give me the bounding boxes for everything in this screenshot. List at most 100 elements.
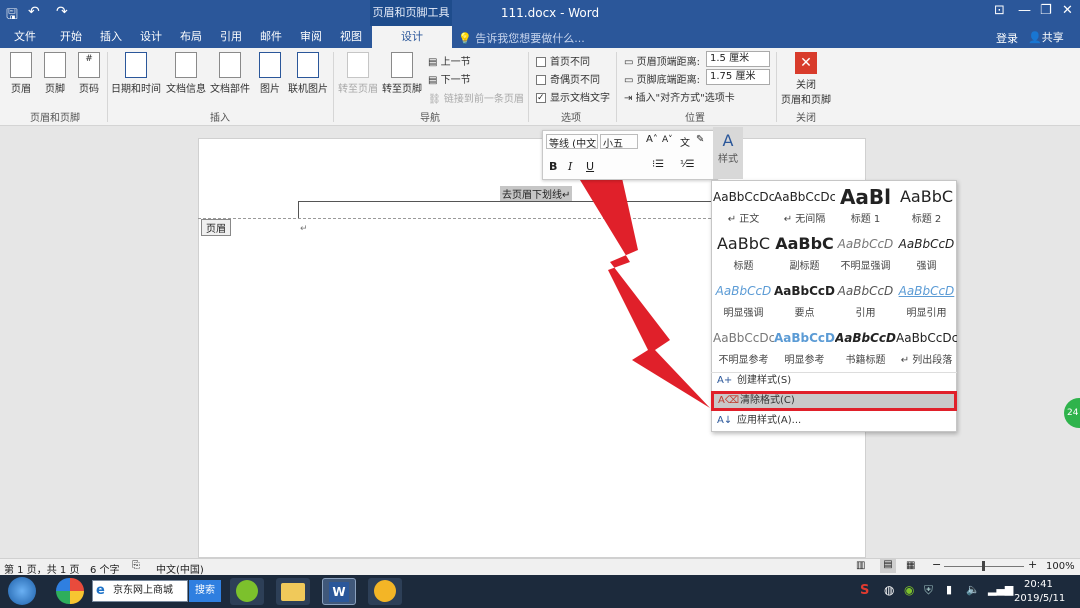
tray-360-icon[interactable]: ◉ [904,583,914,597]
apply-style-item[interactable]: A↓ 应用样式(A)... [711,411,957,431]
undo-icon[interactable]: ↶ [28,4,40,20]
taskbar-search-input[interactable]: e 京东网上商城 [92,580,188,602]
styles-button[interactable]: A 样式 [713,127,743,179]
create-style-item[interactable]: A+ 创建样式(S) [711,371,957,391]
app-360-icon[interactable] [56,578,84,604]
font-size-select[interactable]: 小五 [600,134,638,150]
docparts-button[interactable]: 文档部件 [208,52,252,95]
style-subtitle[interactable]: AaBbC 副标题 [774,231,835,278]
tray-network-icon[interactable]: ▂▄▆ [988,583,1013,596]
page-number-button[interactable]: # 页码 [74,52,104,95]
web-layout-icon[interactable]: ▦ [906,560,915,571]
footer-bottom-input[interactable]: 1.75 厘米 [706,69,770,85]
online-picture-button[interactable]: 联机图片 [286,52,330,95]
style-intense-quote[interactable]: AaBbCcD 明显引用 [896,278,957,325]
datetime-button[interactable]: 日期和时间 [110,52,162,95]
tab-design[interactable]: 设计 [132,26,170,48]
footer-button[interactable]: 页脚 [40,52,70,95]
style-subtle-reference[interactable]: AaBbCcDc 不明显参考 [713,325,774,372]
app-green-icon[interactable] [230,578,264,605]
phonetic-icon[interactable]: 文 [680,134,690,149]
style-list-paragraph[interactable]: AaBbCcDc ↵ 列出段落 [896,325,957,372]
style-intense-reference[interactable]: AaBbCcD 明显参考 [774,325,835,372]
shrink-font-icon[interactable]: A˅ [662,135,673,145]
language-indicator[interactable]: 中文(中国) [156,561,204,576]
word-count[interactable]: 6 个字 [90,561,120,576]
insert-align-tab-button[interactable]: ⇥ 插入"对齐方式"选项卡 [624,89,735,104]
style-heading-1[interactable]: AaBl 标题 1 [835,184,896,231]
word-taskbar-icon[interactable]: W [322,578,356,605]
link-prev-button[interactable]: ⛓ 链接到前一条页眉 [428,90,524,105]
proofing-icon[interactable]: ⎘ [132,560,140,571]
docinfo-button[interactable]: 文档信息 [164,52,208,95]
odd-even-checkbox[interactable]: 奇偶页不同 [536,71,600,86]
close-window-button[interactable]: ✕ [1062,3,1073,18]
first-page-checkbox[interactable]: 首页不同 [536,53,590,68]
tab-mailings[interactable]: 邮件 [252,26,290,48]
restore-button[interactable]: ❐ [1040,3,1052,18]
close-header-footer-button[interactable]: ✕ 关闭 页眉和页脚 [778,52,834,106]
print-layout-icon[interactable]: ▤ [880,559,896,573]
goto-footer-button[interactable]: 转至页脚 [380,52,424,95]
tab-references[interactable]: 引用 [212,26,250,48]
taskbar-search-button[interactable]: 搜索 [189,580,221,602]
header-button[interactable]: 页眉 [6,52,36,95]
bold-button[interactable]: B [549,160,557,173]
minimize-button[interactable]: — [1018,3,1031,18]
style-no-spacing[interactable]: AaBbCcDc ↵ 无间隔 [774,184,835,231]
read-mode-icon[interactable]: ▥ [856,560,865,571]
login-link[interactable]: 登录 [996,30,1018,46]
style-normal[interactable]: AaBbCcDc ↵ 正文 [713,184,774,231]
show-text-checkbox[interactable]: 显示文档文字 [536,89,610,104]
zoom-in-button[interactable]: + [1028,558,1037,571]
tray-volume-icon[interactable]: 🔈 [966,583,980,596]
zoom-slider-thumb[interactable] [982,561,985,571]
tray-sogou-icon[interactable]: S [860,583,869,598]
tab-header-footer-design[interactable]: 设计 [372,26,452,48]
style-emphasis[interactable]: AaBbCcD 强调 [896,231,957,278]
tray-shield-icon[interactable]: ⛨ [924,583,933,598]
style-subtle-emphasis[interactable]: AaBbCcD 不明显强调 [835,231,896,278]
tray-qq-icon[interactable]: ◍ [884,583,894,597]
underline-button[interactable]: U [586,160,594,173]
tell-me-search[interactable]: 💡 告诉我您想要做什么... [458,30,585,46]
grow-font-icon[interactable]: A˄ [646,134,658,145]
clear-formatting-item[interactable]: A⌫ 清除格式(C) [711,391,957,411]
clock-time[interactable]: 20:41 [1024,579,1053,590]
style-intense-emphasis[interactable]: AaBbCcD 明显强调 [713,278,774,325]
goto-header-button[interactable]: 转至页眉 [336,52,380,95]
header-top-input[interactable]: 1.5 厘米 [706,51,770,67]
tab-layout[interactable]: 布局 [172,26,210,48]
prev-section-button[interactable]: ▤ 上一节 [428,53,471,68]
redo-icon[interactable]: ↷ [56,4,68,20]
format-painter-icon[interactable]: ✎ [696,134,704,145]
clock-date[interactable]: 2019/5/11 [1014,593,1065,604]
file-explorer-icon[interactable] [276,578,310,605]
style-quote[interactable]: AaBbCcD 引用 [835,278,896,325]
side-widget-icon[interactable]: 24 [1064,398,1080,428]
bullets-icon[interactable]: ⁝☰ [652,159,664,170]
style-strong[interactable]: AaBbCcD 要点 [774,278,835,325]
italic-button[interactable]: I [568,160,572,173]
next-section-button[interactable]: ▤ 下一节 [428,71,471,86]
style-book-title[interactable]: AaBbCcD 书籍标题 [835,325,896,372]
style-heading-2[interactable]: AaBbC 标题 2 [896,184,957,231]
font-name-select[interactable]: 等线 (中文 [546,134,598,149]
tab-home[interactable]: 开始 [52,26,90,48]
tab-insert[interactable]: 插入 [92,26,130,48]
tab-review[interactable]: 审阅 [292,26,330,48]
zoom-out-button[interactable]: − [932,558,941,571]
style-title[interactable]: AaBbC 标题 [713,231,774,278]
share-button[interactable]: 👤共享 [1028,29,1064,45]
ribbon-options-icon[interactable]: ⊡ [994,3,1005,18]
zoom-level[interactable]: 100% [1046,561,1075,572]
save-icon[interactable]: 🖫 [6,4,18,28]
start-button-icon[interactable] [8,577,36,605]
page-count[interactable]: 第 1 页，共 1 页 [4,561,79,576]
numbering-icon[interactable]: ⅟☰ [680,159,695,170]
tab-file[interactable]: 文件 [6,26,44,48]
picture-button[interactable]: 图片 [256,52,284,95]
tray-battery-icon[interactable]: ▮ [946,583,952,596]
app-yellow-icon[interactable] [368,578,402,605]
tab-view[interactable]: 视图 [332,26,370,48]
